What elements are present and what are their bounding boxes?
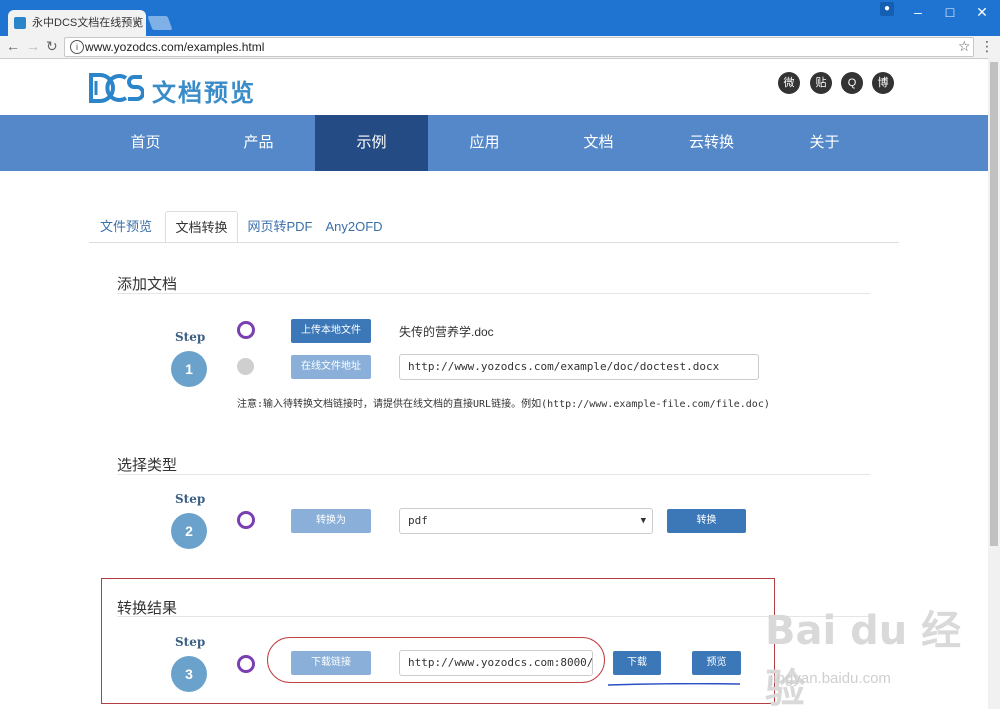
step-number-2: 2 (171, 513, 207, 549)
nav-about[interactable]: 关于 (768, 115, 881, 171)
section-divider (117, 616, 870, 617)
nav-applications[interactable]: 应用 (428, 115, 541, 171)
format-select[interactable]: pdf ▼ (399, 508, 653, 534)
bookmark-star-icon[interactable]: ☆ (958, 38, 971, 55)
upload-local-file-button[interactable]: 上传本地文件 (291, 319, 371, 343)
result-url-input[interactable]: http://www.yozodcs.com:8000/2 (399, 650, 593, 676)
radio-convert-type[interactable] (237, 511, 255, 529)
close-window-button[interactable]: ✕ (970, 4, 994, 21)
section-divider (117, 293, 870, 294)
site-logo-text[interactable]: 文档预览 (152, 73, 256, 108)
tab-title: 永中DCS文档在线预览 - (32, 17, 146, 29)
nav-examples[interactable]: 示例 (315, 115, 428, 171)
section-title-result: 转换结果 (117, 600, 178, 617)
step-number-1: 1 (171, 351, 207, 387)
preview-button[interactable]: 预览 (692, 651, 741, 675)
site-info-icon[interactable]: i (70, 40, 84, 54)
section-title-add: 添加文档 (117, 276, 178, 293)
nav-cloud-convert[interactable]: 云转换 (655, 115, 768, 171)
format-select-value: pdf (408, 514, 428, 527)
tab-file-preview[interactable]: 文件预览 (92, 211, 160, 243)
tab-any2ofd[interactable]: Any2OFD (322, 211, 386, 243)
section-title-type: 选择类型 (117, 457, 178, 474)
annotation-underline (608, 683, 740, 686)
radio-online-url[interactable] (237, 358, 254, 375)
step-label: Step (175, 492, 206, 506)
tab-doc-convert[interactable]: 文档转换 (165, 211, 238, 243)
tab-html-to-pdf[interactable]: 网页转PDF (244, 211, 316, 243)
tab-divider (89, 242, 899, 243)
nav-products[interactable]: 产品 (202, 115, 315, 171)
favicon-icon (14, 17, 26, 29)
section-divider (117, 474, 870, 475)
weibo-icon[interactable]: 博 (872, 72, 894, 94)
qq-icon[interactable]: Q (841, 72, 863, 94)
browser-menu-icon[interactable]: ⋮ (980, 38, 994, 55)
baidu-watermark: Bai du 经验 (765, 608, 962, 712)
address-bar[interactable]: www.yozodcs.com/examples.html (64, 37, 974, 57)
baidu-watermark-url: jingyan.baidu.com (770, 670, 891, 687)
user-profile-icon[interactable]: ● (880, 2, 894, 16)
nav-home[interactable]: 首页 (89, 115, 202, 171)
tieba-icon[interactable]: 贴 (810, 72, 832, 94)
tab-close-icon[interactable]: × (133, 10, 140, 36)
step-label: Step (175, 330, 206, 344)
dcs-logo-icon[interactable] (88, 72, 145, 109)
radio-local-file[interactable] (237, 321, 255, 339)
step-label: Step (175, 635, 206, 649)
convert-button[interactable]: 转换 (667, 509, 746, 533)
download-button[interactable]: 下载 (613, 651, 661, 675)
browser-tab[interactable]: 永中DCS文档在线预览 - × (8, 10, 146, 36)
download-link-button[interactable]: 下载链接 (291, 651, 371, 675)
wechat-icon[interactable]: 微 (778, 72, 800, 94)
step-number-3: 3 (171, 656, 207, 692)
url-note: 注意:输入待转换文档链接时，请提供在线文档的直接URL链接。例如(http://… (237, 399, 770, 410)
convert-to-button[interactable]: 转换为 (291, 509, 371, 533)
scrollbar-thumb[interactable] (990, 62, 998, 546)
chevron-down-icon: ▼ (640, 516, 646, 526)
maximize-button[interactable]: □ (938, 4, 962, 20)
back-icon[interactable]: ← (6, 38, 20, 54)
forward-icon[interactable]: → (26, 38, 40, 54)
reload-icon[interactable]: ↻ (46, 38, 58, 55)
selected-file-name: 失传的营养学.doc (399, 325, 494, 339)
radio-result[interactable] (237, 655, 255, 673)
online-url-input[interactable]: http://www.yozodcs.com/example/doc/docte… (399, 354, 759, 380)
nav-docs[interactable]: 文档 (542, 115, 655, 171)
online-file-url-button[interactable]: 在线文件地址 (291, 355, 371, 379)
minimize-button[interactable]: – (906, 4, 930, 20)
